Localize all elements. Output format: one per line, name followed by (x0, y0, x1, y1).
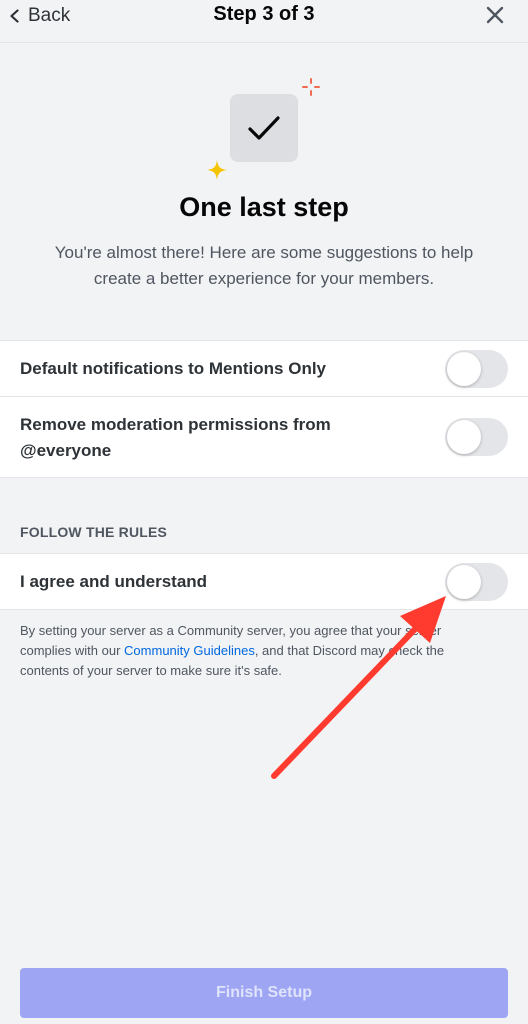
agree-label: I agree and understand (20, 572, 208, 591)
sparkle-yellow-icon (207, 160, 227, 180)
toggle-knob (447, 352, 481, 386)
hero-title: One last step (179, 192, 349, 222)
agree-toggle[interactable] (445, 563, 508, 601)
checkmark-icon (248, 116, 280, 140)
community-guidelines-link[interactable]: Community Guidelines (124, 643, 255, 658)
section-header-rules: FOLLOW THE RULES (20, 524, 168, 540)
mentions-only-toggle[interactable] (445, 350, 508, 388)
checkmark-badge (230, 94, 298, 162)
remove-moderation-toggle[interactable] (445, 418, 508, 456)
toggle-knob (447, 565, 481, 599)
close-button[interactable] (484, 4, 506, 26)
sparkle-red-icon (302, 78, 320, 96)
rules-card: I agree and understand (0, 553, 528, 610)
toggle-knob (447, 420, 481, 454)
top-bar: Back Step 3 of 3 (0, 0, 528, 43)
setting-row-mentions-only: Default notifications to Mentions Only (0, 341, 528, 396)
close-icon (486, 6, 504, 24)
setting-row-agree: I agree and understand (0, 554, 528, 609)
setting-label: Remove moderation permissions from @ever… (20, 415, 331, 460)
settings-card: Default notifications to Mentions Only R… (0, 340, 528, 478)
rules-footnote: By setting your server as a Community se… (20, 621, 490, 681)
setting-row-remove-moderation: Remove moderation permissions from @ever… (0, 396, 528, 477)
setting-label: Default notifications to Mentions Only (20, 359, 326, 378)
finish-setup-button[interactable]: Finish Setup (20, 968, 508, 1018)
page-title: Step 3 of 3 (213, 3, 315, 25)
hero-subtitle: You're almost there! Here are some sugge… (54, 243, 474, 288)
